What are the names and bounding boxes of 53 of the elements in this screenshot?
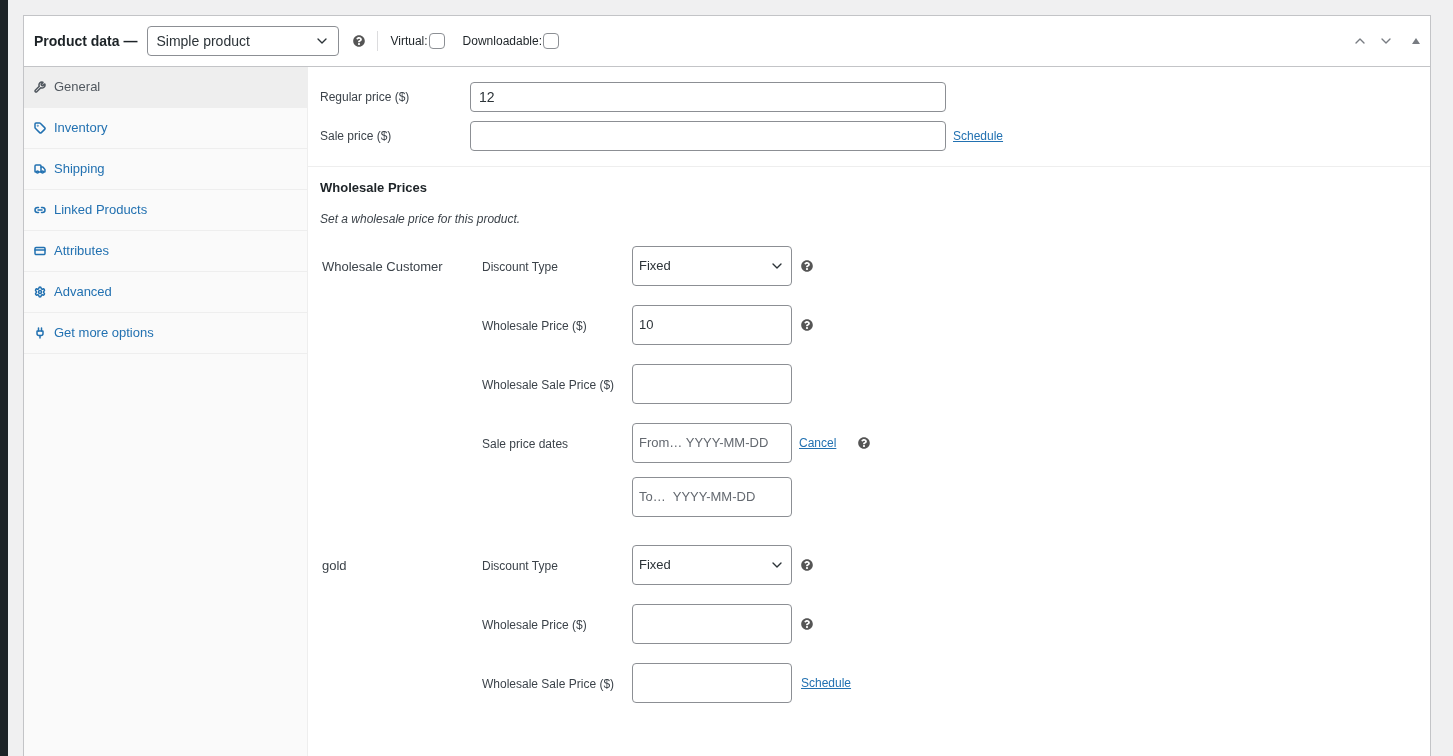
sidebar-tab[interactable]: Advanced bbox=[24, 272, 307, 313]
card-icon bbox=[34, 245, 46, 257]
price-input[interactable]: 10 bbox=[632, 304, 792, 345]
help-icon[interactable] bbox=[801, 318, 813, 331]
field-label: Wholesale Sale Price ($) bbox=[482, 675, 616, 693]
price-input[interactable]: 12 bbox=[470, 82, 946, 112]
field-label: Wholesale Price ($) bbox=[482, 317, 588, 335]
field-label: Regular price ($) bbox=[320, 89, 411, 106]
section-title: Wholesale Prices bbox=[320, 179, 428, 197]
price-input[interactable] bbox=[632, 603, 792, 644]
sidebar-tab[interactable]: Attributes bbox=[24, 231, 307, 272]
date-from-input[interactable]: From… YYYY-MM-DD bbox=[632, 422, 792, 463]
field-label: Discount Type bbox=[482, 258, 559, 276]
panel-title: Product data — bbox=[34, 31, 138, 51]
link-icon bbox=[34, 204, 46, 216]
wrench-icon bbox=[34, 81, 46, 93]
role-name: Wholesale Customer bbox=[321, 257, 444, 276]
help-icon[interactable] bbox=[801, 617, 813, 630]
price-input[interactable] bbox=[632, 363, 792, 404]
collapse-triangle-icon[interactable] bbox=[1412, 38, 1420, 44]
discount-type-select[interactable]: Fixed bbox=[632, 544, 792, 585]
sidebar-tab[interactable]: Linked Products bbox=[24, 190, 307, 231]
field-label: Wholesale Sale Price ($) bbox=[482, 376, 616, 394]
role-name: gold bbox=[321, 556, 348, 575]
tag-icon bbox=[34, 122, 46, 134]
price-input[interactable] bbox=[470, 121, 946, 151]
cancel-link[interactable]: Cancel bbox=[799, 433, 837, 452]
sidebar-tab[interactable]: Inventory bbox=[24, 108, 307, 149]
option-label: Downloadable: bbox=[462, 33, 542, 50]
price-input[interactable] bbox=[632, 662, 792, 703]
gear-icon bbox=[34, 286, 46, 298]
date-to-input[interactable]: To… YYYY-MM-DD bbox=[632, 476, 792, 517]
option-label: Virtual: bbox=[390, 33, 428, 50]
sidebar-tab[interactable]: Shipping bbox=[24, 149, 307, 190]
schedule-link[interactable]: Schedule bbox=[801, 673, 852, 692]
schedule-link[interactable]: Schedule bbox=[953, 127, 1004, 145]
product-type-select[interactable]: Simple product bbox=[147, 26, 340, 56]
sidebar-tab[interactable]: Get more options bbox=[24, 313, 307, 354]
field-label: Wholesale Price ($) bbox=[482, 616, 588, 634]
field-label: Sale price dates bbox=[482, 435, 570, 453]
help-icon[interactable] bbox=[801, 558, 813, 571]
discount-type-select[interactable]: Fixed bbox=[632, 245, 792, 286]
option-checkbox[interactable] bbox=[543, 33, 559, 49]
sidebar-tab[interactable]: General bbox=[24, 67, 307, 108]
field-label: Discount Type bbox=[482, 557, 559, 575]
truck-icon bbox=[34, 163, 46, 175]
help-icon[interactable] bbox=[801, 259, 813, 272]
field-label: Sale price ($) bbox=[320, 128, 393, 145]
help-icon[interactable] bbox=[353, 35, 366, 47]
option-checkbox[interactable] bbox=[428, 33, 445, 49]
plug-icon bbox=[34, 327, 46, 339]
help-icon[interactable] bbox=[858, 436, 871, 449]
section-description: Set a wholesale price for this product. bbox=[320, 210, 522, 228]
